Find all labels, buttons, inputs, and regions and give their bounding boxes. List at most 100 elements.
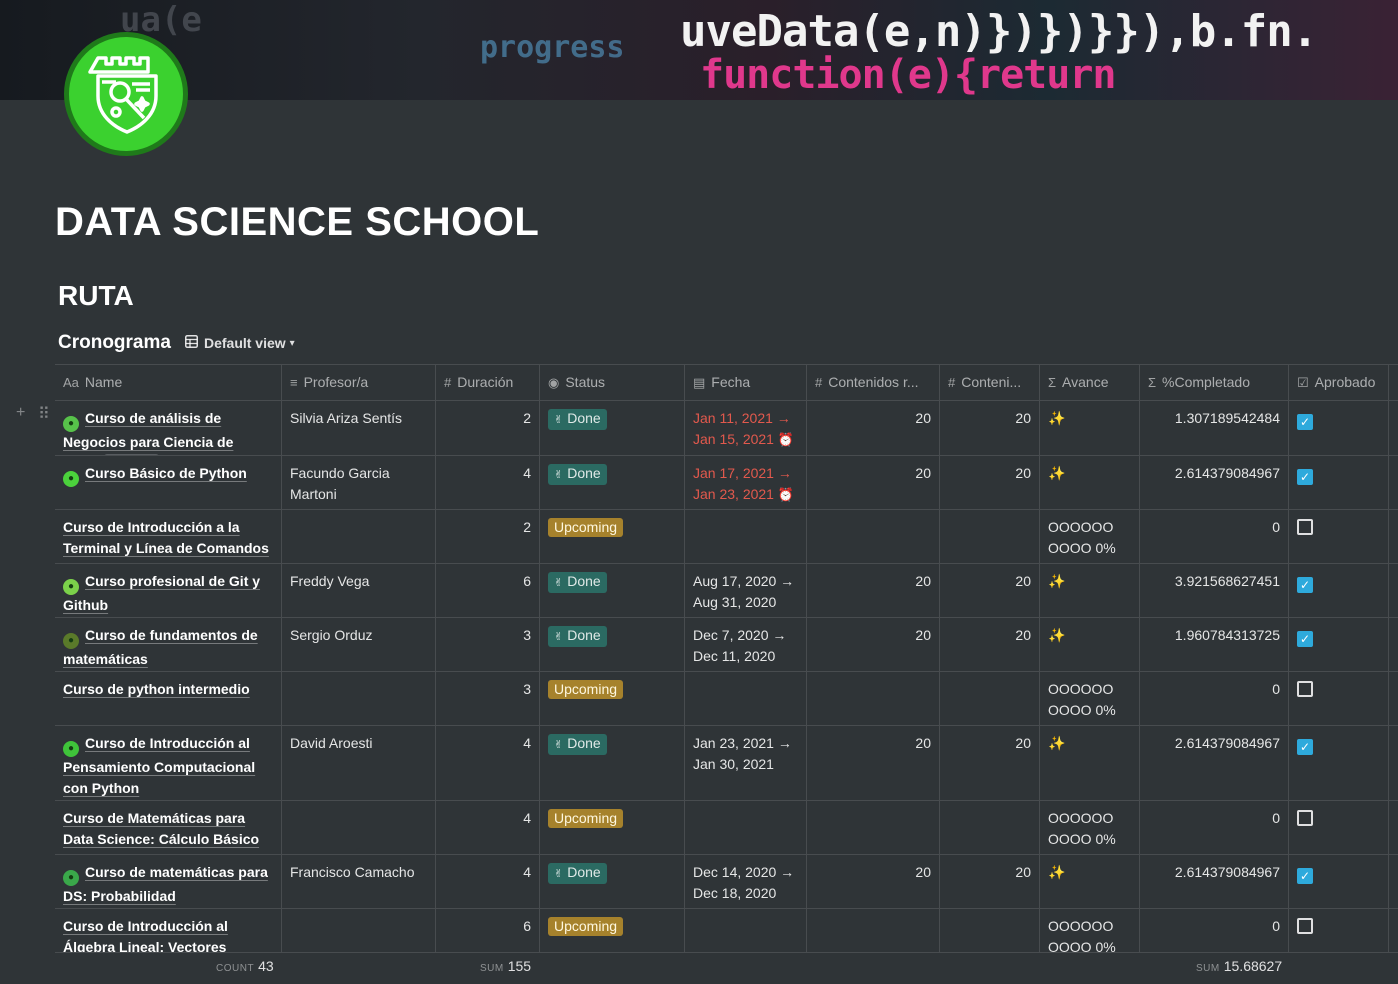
cell-contenidos[interactable]	[940, 909, 1040, 952]
checkbox-checked[interactable]: ✓	[1297, 739, 1313, 755]
cell-contenidos-r[interactable]	[807, 672, 940, 725]
cell-duracion[interactable]: 2	[436, 401, 540, 455]
cell-status[interactable]: ✌ Done	[540, 726, 685, 800]
cell-status[interactable]: ✌ Done	[540, 855, 685, 908]
cell-name[interactable]: Curso de Introducción al Álgebra Lineal:…	[55, 909, 282, 952]
table-row[interactable]: Curso de python intermedio 3 Upcoming OOOOO…	[55, 672, 1398, 726]
cell-contenidos[interactable]: 20	[940, 618, 1040, 671]
cell-contenidos[interactable]: 20	[940, 564, 1040, 617]
column-header-status[interactable]: ◉ Status	[540, 365, 685, 400]
cell-aprobado[interactable]: ✓	[1289, 456, 1389, 509]
open-page-button[interactable]: ⤢ OPEN	[103, 454, 159, 455]
cell-name[interactable]: ● Curso de Introducción al Pensamiento Co…	[55, 726, 282, 800]
cell-profesor[interactable]: Freddy Vega	[282, 564, 436, 617]
cell-fecha[interactable]: Aug 17, 2020 → Aug 31, 2020	[685, 564, 807, 617]
cell-status[interactable]: Upcoming	[540, 801, 685, 854]
cell-duracion[interactable]: 3	[436, 618, 540, 671]
count-aggregate[interactable]: COUNT 43	[216, 958, 274, 974]
cell-status[interactable]: ✌ Done	[540, 401, 685, 455]
row-title-link[interactable]: Curso de fundamentos de matemáticas	[63, 627, 258, 667]
cell-contenidos[interactable]: 20	[940, 456, 1040, 509]
column-header-aprobado[interactable]: ☑ Aprobado	[1289, 365, 1389, 400]
cell-contenidos-r[interactable]	[807, 909, 940, 952]
cell-fecha[interactable]	[685, 909, 807, 952]
cell-status[interactable]: Upcoming	[540, 672, 685, 725]
view-selector[interactable]: Default view ▾	[184, 335, 295, 351]
cell-aprobado[interactable]	[1289, 672, 1389, 725]
cell-contenidos-r[interactable]	[807, 510, 940, 563]
checkbox-checked[interactable]: ✓	[1297, 868, 1313, 884]
cell-contenidos[interactable]	[940, 801, 1040, 854]
sum-duracion-aggregate[interactable]: SUM 155	[480, 958, 531, 974]
cell-contenidos-r[interactable]	[807, 801, 940, 854]
cell-duracion[interactable]: 4	[436, 855, 540, 908]
cell-name[interactable]: ● Curso de fundamentos de matemáticas	[55, 618, 282, 671]
column-header-contenidos-r[interactable]: # Contenidos r...	[807, 365, 940, 400]
drag-handle-icon[interactable]: ⠿	[38, 404, 50, 424]
table-row[interactable]: ● Curso Básico de Python Facundo Garcia Ma…	[55, 456, 1398, 510]
cell-name[interactable]: Curso de Matemáticas para Data Science: …	[55, 801, 282, 854]
cell-profesor[interactable]: David Aroesti	[282, 726, 436, 800]
add-row-icon[interactable]: +	[16, 404, 25, 422]
page-title[interactable]: DATA SCIENCE SCHOOL	[55, 200, 539, 245]
column-header-duracion[interactable]: # Duración	[436, 365, 540, 400]
column-header-fecha[interactable]: ▤ Fecha	[685, 365, 807, 400]
table-row[interactable]: ● Curso de Introducción al Pensamiento Co…	[55, 726, 1398, 801]
cell-duracion[interactable]: 4	[436, 456, 540, 509]
cell-profesor[interactable]	[282, 909, 436, 952]
cell-duracion[interactable]: 4	[436, 801, 540, 854]
table-row[interactable]: ● Curso profesional de Git y Github Freddy…	[55, 564, 1398, 618]
row-title-link[interactable]: Curso de Introducción al Pensamiento Com…	[63, 735, 255, 796]
cell-profesor[interactable]: Sergio Orduz	[282, 618, 436, 671]
row-title-link[interactable]: Curso Básico de Python	[85, 465, 247, 481]
cell-profesor[interactable]: Francisco Camacho	[282, 855, 436, 908]
column-header-completado[interactable]: Σ %Completado	[1140, 365, 1289, 400]
checkbox-checked[interactable]: ✓	[1297, 631, 1313, 647]
cell-fecha[interactable]: Dec 7, 2020 → Dec 11, 2020	[685, 618, 807, 671]
cell-fecha[interactable]: Jan 17, 2021 → Jan 23, 2021 ⏰	[685, 456, 807, 509]
cell-fecha[interactable]	[685, 672, 807, 725]
checkbox-unchecked[interactable]	[1297, 519, 1313, 535]
checkbox-checked[interactable]: ✓	[1297, 414, 1313, 430]
row-title-link[interactable]: Curso de python intermedio	[63, 681, 250, 697]
table-row[interactable]: Curso de Introducción al Álgebra Lineal:…	[55, 909, 1398, 953]
cell-aprobado[interactable]	[1289, 510, 1389, 563]
sum-completado-aggregate[interactable]: SUM 15.68627	[1196, 958, 1282, 974]
cell-name[interactable]: ● Curso de matemáticas para DS: Probabili…	[55, 855, 282, 908]
cell-duracion[interactable]: 3	[436, 672, 540, 725]
checkbox-unchecked[interactable]	[1297, 918, 1313, 934]
column-header-contenidos[interactable]: # Conteni...	[940, 365, 1040, 400]
cell-profesor[interactable]: Silvia Ariza Sentís	[282, 401, 436, 455]
table-row[interactable]: ● Curso de análisis de Negocios para Cien…	[55, 401, 1398, 456]
row-title-link[interactable]: Curso de análisis de Negocios para Cienc…	[63, 410, 233, 455]
page-icon-logo[interactable]	[64, 32, 188, 156]
cell-fecha[interactable]: Jan 11, 2021 → Jan 15, 2021 ⏰	[685, 401, 807, 455]
row-title-link[interactable]: Curso de Introducción a la Terminal y Lí…	[63, 519, 269, 556]
cell-status[interactable]: Upcoming	[540, 909, 685, 952]
row-title-link[interactable]: Curso de Introducción al Álgebra Lineal:…	[63, 918, 228, 952]
cell-name[interactable]: Curso de Introducción a la Terminal y Lí…	[55, 510, 282, 563]
cell-profesor[interactable]	[282, 672, 436, 725]
cell-aprobado[interactable]: ✓	[1289, 855, 1389, 908]
cell-contenidos-r[interactable]: 20	[807, 456, 940, 509]
cell-duracion[interactable]: 2	[436, 510, 540, 563]
cell-profesor[interactable]	[282, 510, 436, 563]
database-title[interactable]: Cronograma	[58, 332, 171, 354]
table-row[interactable]: ● Curso de matemáticas para DS: Probabili…	[55, 855, 1398, 909]
cell-duracion[interactable]: 6	[436, 909, 540, 952]
cell-status[interactable]: ✌ Done	[540, 618, 685, 671]
cell-duracion[interactable]: 6	[436, 564, 540, 617]
cell-profesor[interactable]: Facundo Garcia Martoni	[282, 456, 436, 509]
cell-contenidos-r[interactable]: 20	[807, 855, 940, 908]
checkbox-checked[interactable]: ✓	[1297, 469, 1313, 485]
cell-aprobado[interactable]: ✓	[1289, 618, 1389, 671]
checkbox-unchecked[interactable]	[1297, 810, 1313, 826]
cell-contenidos-r[interactable]: 20	[807, 726, 940, 800]
cell-aprobado[interactable]: ✓	[1289, 401, 1389, 455]
cell-status[interactable]: ✌ Done	[540, 456, 685, 509]
checkbox-unchecked[interactable]	[1297, 681, 1313, 697]
cell-contenidos[interactable]	[940, 672, 1040, 725]
cell-name[interactable]: ● Curso de análisis de Negocios para Cien…	[55, 401, 282, 455]
cell-fecha[interactable]	[685, 510, 807, 563]
cell-contenidos-r[interactable]: 20	[807, 618, 940, 671]
